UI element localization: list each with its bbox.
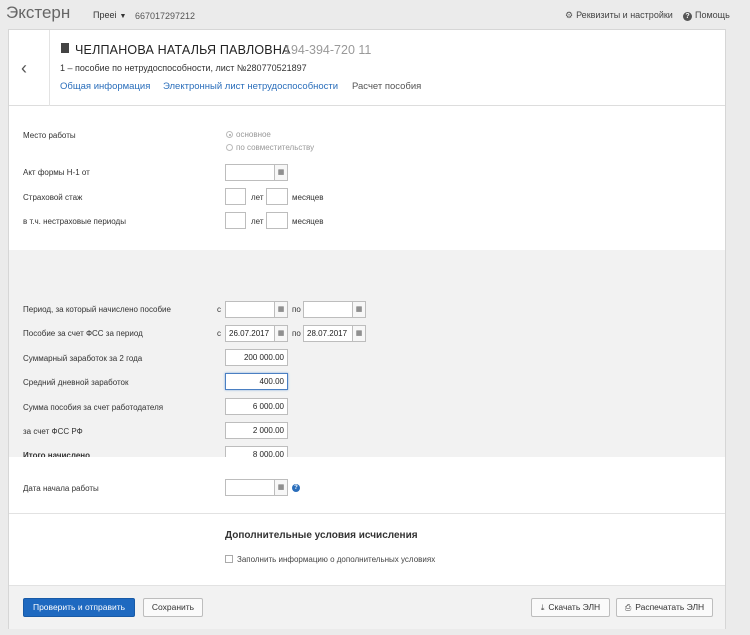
- help-label: Помощь: [695, 10, 730, 20]
- avg-daily-label: Средний дневной заработок: [23, 378, 129, 387]
- extra-conditions-section: Дополнительные условия исчисления Заполн…: [9, 515, 725, 585]
- org-selector[interactable]: Преei ▼: [93, 10, 126, 20]
- radio-main-workplace[interactable]: основное: [226, 130, 271, 139]
- gear-icon: ⚙: [565, 10, 574, 20]
- calendar-icon[interactable]: ▦: [274, 301, 288, 318]
- tab-general-info[interactable]: Общая информация: [60, 81, 150, 92]
- from-word: с: [217, 305, 221, 314]
- to-word: по: [292, 305, 301, 314]
- header-divider: [49, 30, 50, 106]
- radio-secondary-label: по совместительству: [236, 143, 315, 152]
- fss-period-label: Пособие за счет ФСС за период: [23, 329, 143, 338]
- noninsurance-label: в т.ч. нестраховые периоды: [23, 217, 126, 226]
- snils-number: 194-394-720 11: [284, 43, 372, 57]
- settings-link[interactable]: ⚙ Реквизиты и настройки: [565, 10, 673, 21]
- chevron-down-icon: ▼: [119, 13, 127, 20]
- document-icon: [61, 43, 69, 53]
- check-send-button[interactable]: Проверить и отправить: [23, 598, 135, 617]
- fss-sum-label: за счет ФСС РФ: [23, 427, 83, 436]
- checkbox-box: [225, 555, 233, 563]
- total-earnings-label: Суммарный заработок за 2 года: [23, 354, 143, 363]
- to-word: по: [292, 329, 301, 338]
- print-label: Распечатать ЭЛН: [635, 602, 705, 612]
- print-eln-button[interactable]: ⎙ Распечатать ЭЛН: [616, 598, 713, 617]
- start-date-label: Дата начала работы: [23, 484, 99, 493]
- fss-sum-input[interactable]: 2 000.00: [225, 422, 288, 439]
- calculation-section: Период, за который начислено пособие с ▦…: [9, 250, 725, 463]
- act-date-input[interactable]: [225, 164, 275, 181]
- document-header: ‹ ЧЕЛПАНОВА НАТАЛЬЯ ПАВЛОВНА 194-394-720…: [9, 30, 725, 106]
- printer-icon: ⎙: [624, 603, 632, 612]
- fss-to-input[interactable]: 28.07.2017: [303, 325, 353, 342]
- save-button[interactable]: Сохранить: [143, 598, 203, 617]
- download-eln-button[interactable]: ⤓ Скачать ЭЛН: [531, 598, 610, 617]
- workplace-label: Место работы: [23, 131, 76, 140]
- top-bar: Экстерн Преei ▼ 667017297212 ⚙ Реквизиты и…: [0, 0, 750, 28]
- back-arrow-icon[interactable]: ‹: [21, 58, 27, 79]
- extra-conditions-title: Дополнительные условия исчисления: [225, 530, 418, 541]
- period-from-input[interactable]: [225, 301, 275, 318]
- workplace-section: Место работы основное по совместительств…: [9, 107, 725, 250]
- download-icon: ⤓: [540, 603, 545, 612]
- calendar-icon[interactable]: ▦: [274, 325, 288, 342]
- main-card: ‹ ЧЕЛПАНОВА НАТАЛЬЯ ПАВЛОВНА 194-394-720…: [8, 29, 726, 629]
- years-unit: лет: [251, 217, 264, 226]
- insurance-stazh-label: Страховой стаж: [23, 193, 83, 202]
- footer-bar: Проверить и отправить Сохранить ⤓ Скачать…: [9, 585, 725, 629]
- stazh-months-input[interactable]: [266, 188, 288, 205]
- checkbox-label: Заполнить информацию о дополнительных ус…: [237, 555, 436, 564]
- help-link[interactable]: ? Помощь: [683, 10, 730, 21]
- org-inn: 667017297212: [135, 11, 196, 21]
- calendar-icon[interactable]: ▦: [274, 164, 288, 181]
- fss-from-input[interactable]: 26.07.2017: [225, 325, 275, 342]
- period-label: Период, за который начислено пособие: [23, 305, 171, 314]
- extra-conditions-checkbox[interactable]: Заполнить информацию о дополнительных ус…: [225, 555, 435, 564]
- months-unit: месяцев: [292, 217, 324, 226]
- years-unit: лет: [251, 193, 264, 202]
- org-name: Преei: [93, 10, 117, 20]
- employer-sum-label: Сумма пособия за счет работодателя: [23, 403, 164, 412]
- calendar-icon[interactable]: ▦: [274, 479, 288, 496]
- download-label: Скачать ЭЛН: [548, 602, 601, 612]
- radio-dot: [226, 144, 233, 151]
- from-word: с: [217, 329, 221, 338]
- document-subtitle: 1 – пособие по нетрудоспособности, лист …: [60, 63, 307, 73]
- employer-sum-input[interactable]: 6 000.00: [225, 398, 288, 415]
- months-unit: месяцев: [292, 193, 324, 202]
- app-logo[interactable]: Экстерн: [6, 3, 70, 23]
- radio-dot: [226, 131, 233, 138]
- total-earnings-input[interactable]: 200 000.00: [225, 349, 288, 366]
- tab-benefit-calc[interactable]: Расчет пособия: [352, 81, 421, 92]
- nonins-months-input[interactable]: [266, 212, 288, 229]
- start-date-input[interactable]: [225, 479, 275, 496]
- radio-secondary-workplace[interactable]: по совместительству: [226, 143, 314, 152]
- start-date-section: Дата начала работы ▦ ?: [9, 457, 725, 514]
- radio-main-label: основное: [236, 130, 271, 139]
- nonins-years-input[interactable]: [225, 212, 246, 229]
- avg-daily-input[interactable]: 400.00: [225, 373, 288, 390]
- calendar-icon[interactable]: ▦: [352, 325, 366, 342]
- help-question-icon[interactable]: ?: [292, 484, 300, 492]
- question-icon: ?: [683, 12, 692, 21]
- calendar-icon[interactable]: ▦: [352, 301, 366, 318]
- settings-label: Реквизиты и настройки: [576, 10, 673, 20]
- act-label: Акт формы Н-1 от: [23, 168, 90, 177]
- tab-electronic-sick-leave[interactable]: Электронный лист нетрудоспособности: [163, 81, 338, 92]
- stazh-years-input[interactable]: [225, 188, 246, 205]
- period-to-input[interactable]: [303, 301, 353, 318]
- person-name: ЧЕЛПАНОВА НАТАЛЬЯ ПАВЛОВНА: [75, 43, 291, 57]
